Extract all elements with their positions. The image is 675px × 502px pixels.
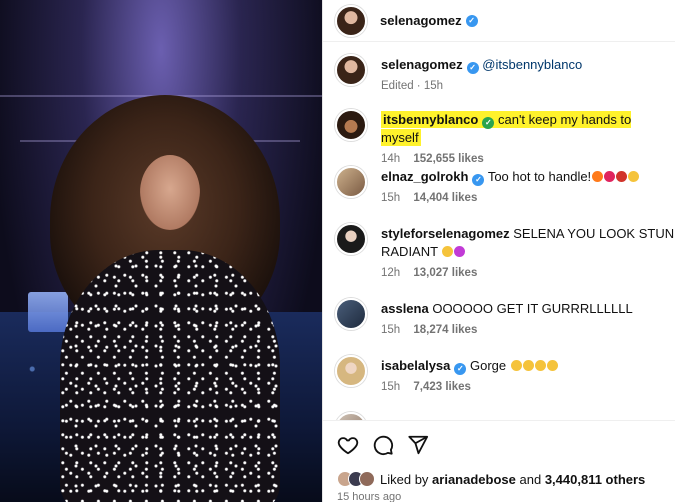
avatar[interactable] xyxy=(335,4,367,37)
comment-time: 15h xyxy=(381,192,401,204)
heart-eyes-emoji xyxy=(546,360,558,371)
verified-icon: ✓ xyxy=(466,62,479,74)
comment-likes[interactable]: 7,423 likes xyxy=(413,381,471,393)
comment-text: OOOOOO GET IT GURRRLLLLLL xyxy=(432,301,633,316)
red-heart-emoji xyxy=(604,171,616,182)
post-author[interactable]: selenagomez xyxy=(380,13,462,28)
comment-likes[interactable]: 18,274 likes xyxy=(413,324,477,336)
comment-likes[interactable]: 13,027 likes xyxy=(413,267,477,279)
avatar[interactable] xyxy=(335,54,367,86)
avatar[interactable] xyxy=(335,355,367,387)
avatar[interactable] xyxy=(335,223,367,255)
purple-heart-emoji xyxy=(454,246,466,257)
comment-text-line2: RADIANT xyxy=(381,244,438,259)
comment-username[interactable]: elnaz_golrokh xyxy=(381,169,468,184)
comment-username[interactable]: isabelalysa xyxy=(381,358,450,373)
post-photo[interactable] xyxy=(0,0,322,502)
comment-text: SELENA YOU LOOK STUNNIN xyxy=(513,226,675,241)
heart-eyes-emoji xyxy=(522,360,534,371)
post-side-panel: selenagomez ✓ selenagomez ✓ @itsbennyblan… xyxy=(322,0,675,502)
liked-by-prefix: Liked by xyxy=(380,471,429,487)
liked-by-joiner: and xyxy=(519,471,542,487)
comment-likes[interactable]: 152,655 likes xyxy=(413,153,483,165)
caption-mention[interactable]: @itsbennyblanco xyxy=(482,57,582,72)
heart-icon[interactable] xyxy=(337,434,359,456)
heart-eyes-emoji xyxy=(534,360,546,371)
stage-screen xyxy=(28,292,68,332)
heart-eyes-emoji xyxy=(510,360,522,371)
performer-face xyxy=(140,155,200,230)
liked-by-count[interactable]: 3,440,811 others xyxy=(545,472,645,487)
post-actions: Liked by arianadebose and 3,440,811 othe… xyxy=(323,420,675,502)
comment-likes[interactable]: 14,404 likes xyxy=(413,192,477,204)
caption-author[interactable]: selenagomez xyxy=(381,57,463,72)
highlight-mark: itsbennyblanco ✓ can't keep my hands to m… xyxy=(381,111,632,146)
edited-time: 15h xyxy=(423,80,444,92)
verified-icon: ✓ xyxy=(482,117,495,129)
post-header: selenagomez ✓ xyxy=(323,0,675,42)
avatar[interactable] xyxy=(335,109,367,141)
edited-label: Edited xyxy=(381,80,414,92)
comment-time: 15h xyxy=(381,381,401,393)
avatar[interactable] xyxy=(359,471,375,487)
likes-summary: Liked by arianadebose and 3,440,811 othe… xyxy=(337,470,645,488)
avatar[interactable] xyxy=(335,412,367,420)
comment-username[interactable]: asslena xyxy=(381,301,429,316)
share-icon[interactable] xyxy=(407,434,429,456)
post-time: 15 hours ago xyxy=(337,491,402,502)
liked-by-text[interactable]: Liked by arianadebose and 3,440,811 othe… xyxy=(380,472,645,487)
sequin-dress xyxy=(60,250,280,502)
liked-by-user[interactable]: arianadebose xyxy=(432,472,516,487)
comment-icon[interactable] xyxy=(372,434,394,456)
comment-time: 14h xyxy=(381,153,401,165)
comment-time: 12h xyxy=(381,267,401,279)
comment-username[interactable]: itsbennyblanco xyxy=(383,112,478,127)
hot-pepper-emoji xyxy=(616,171,628,182)
comment-text: Too hot to handle! xyxy=(487,169,592,184)
comments-list: selenagomez ✓ @itsbennyblanco Edited · 15… xyxy=(323,42,675,420)
avatar[interactable] xyxy=(335,166,367,198)
avatar[interactable] xyxy=(335,298,367,330)
verified-icon: ✓ xyxy=(472,174,485,186)
hands-emoji xyxy=(442,246,454,257)
face-emoji xyxy=(628,171,640,182)
fire-emoji xyxy=(592,171,604,182)
comment-username[interactable]: styleforselenagomez xyxy=(381,226,510,241)
verified-icon: ✓ xyxy=(454,363,467,375)
comment-time: 15h xyxy=(381,324,401,336)
comment-text: Gorge xyxy=(470,358,507,373)
verified-icon: ✓ xyxy=(465,14,478,27)
